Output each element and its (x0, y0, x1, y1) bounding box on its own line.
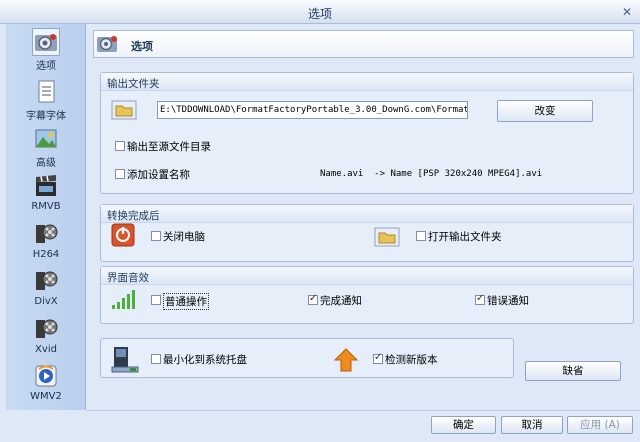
minimize-to-tray-checkbox[interactable] (151, 354, 161, 364)
sidebar-item-label: WMV2 (30, 391, 62, 402)
sidebar-item-wmv2[interactable]: WMV2 (6, 360, 86, 406)
default-button[interactable]: 缺省 (525, 361, 621, 381)
check-update-checkbox[interactable] (373, 352, 383, 364)
sidebar-item-label: DivX (34, 296, 58, 307)
page-title: 选项 (131, 40, 153, 53)
sidebar: 选项 字幕字体 高级 RMVB H264 DivX Xvid WMV2 (6, 24, 86, 410)
sidebar-item-label: 选项 (36, 61, 56, 72)
output-path-field[interactable]: E:\TDDOWNLOAD\FormatFactoryPortable_3.00… (157, 101, 468, 119)
update-arrow-icon (333, 348, 359, 372)
film-reel-icon (36, 224, 58, 243)
sidebar-item-divx[interactable]: DivX (6, 265, 86, 311)
picture-icon (35, 129, 57, 148)
window-title: 选项 (307, 7, 332, 21)
system-tray-icon (111, 347, 139, 373)
gear-icon (97, 36, 117, 52)
normal-operation-sound-label: 普通操作 (163, 293, 209, 310)
sidebar-item-label: 高级 (36, 158, 56, 169)
film-clapper-icon (36, 175, 56, 196)
sidebar-item-xvid[interactable]: Xvid (6, 313, 86, 359)
cancel-button[interactable]: 取消 (501, 416, 563, 434)
ok-button[interactable]: 确定 (431, 416, 496, 434)
open-output-folder-label: 打开输出文件夹 (428, 231, 502, 243)
sidebar-item-advanced[interactable]: 高级 (6, 123, 86, 169)
document-icon (38, 80, 55, 103)
sidebar-item-subtitle-font[interactable]: 字幕字体 (6, 76, 86, 122)
done-notify-checkbox[interactable] (308, 293, 318, 305)
group-title: 界面音效 (101, 267, 633, 285)
title-bar: 选项 ✕ (0, 0, 640, 24)
apply-button[interactable]: 应用 (A) (567, 416, 633, 434)
sidebar-item-h264[interactable]: H264 (6, 218, 86, 264)
group-title: 转换完成后 (101, 205, 633, 223)
setting-name-example: Name.avi -> Name [PSP 320x240 MPEG4].avi (320, 169, 543, 179)
power-icon (111, 223, 135, 247)
film-reel-icon (36, 271, 58, 290)
add-setting-name-checkbox[interactable] (115, 169, 125, 179)
minimize-to-tray-label: 最小化到系统托盘 (163, 354, 247, 366)
volume-bars-icon (112, 290, 135, 309)
folder-icon (374, 227, 400, 247)
output-to-source-label: 输出至源文件目录 (127, 141, 211, 153)
error-notify-label: 错误通知 (487, 295, 529, 307)
open-output-folder-checkbox[interactable] (416, 231, 426, 241)
film-reel-icon (36, 319, 58, 338)
sidebar-item-options[interactable]: 选项 (6, 26, 86, 72)
error-notify-checkbox[interactable] (475, 293, 485, 305)
sidebar-item-label: H264 (32, 249, 60, 260)
shutdown-label: 关闭电脑 (163, 231, 205, 243)
output-to-source-checkbox[interactable] (115, 141, 125, 151)
folder-icon[interactable] (111, 100, 137, 120)
gear-icon (32, 28, 60, 56)
page-header: 选项 (93, 30, 634, 58)
group-title: 输出文件夹 (101, 73, 633, 91)
normal-operation-sound-checkbox[interactable] (151, 295, 161, 305)
media-player-icon (35, 365, 57, 387)
close-icon[interactable]: ✕ (620, 5, 634, 19)
add-setting-name-label: 添加设置名称 (127, 169, 190, 181)
done-notify-label: 完成通知 (320, 295, 362, 307)
sidebar-item-rmvb[interactable]: RMVB (6, 170, 86, 216)
sidebar-item-label: RMVB (31, 201, 61, 212)
sidebar-item-label: Xvid (35, 344, 57, 355)
sidebar-item-label: 字幕字体 (26, 111, 66, 122)
change-folder-button[interactable]: 改变 (497, 100, 593, 122)
check-update-label: 检测新版本 (385, 354, 438, 366)
shutdown-checkbox[interactable] (151, 231, 161, 241)
